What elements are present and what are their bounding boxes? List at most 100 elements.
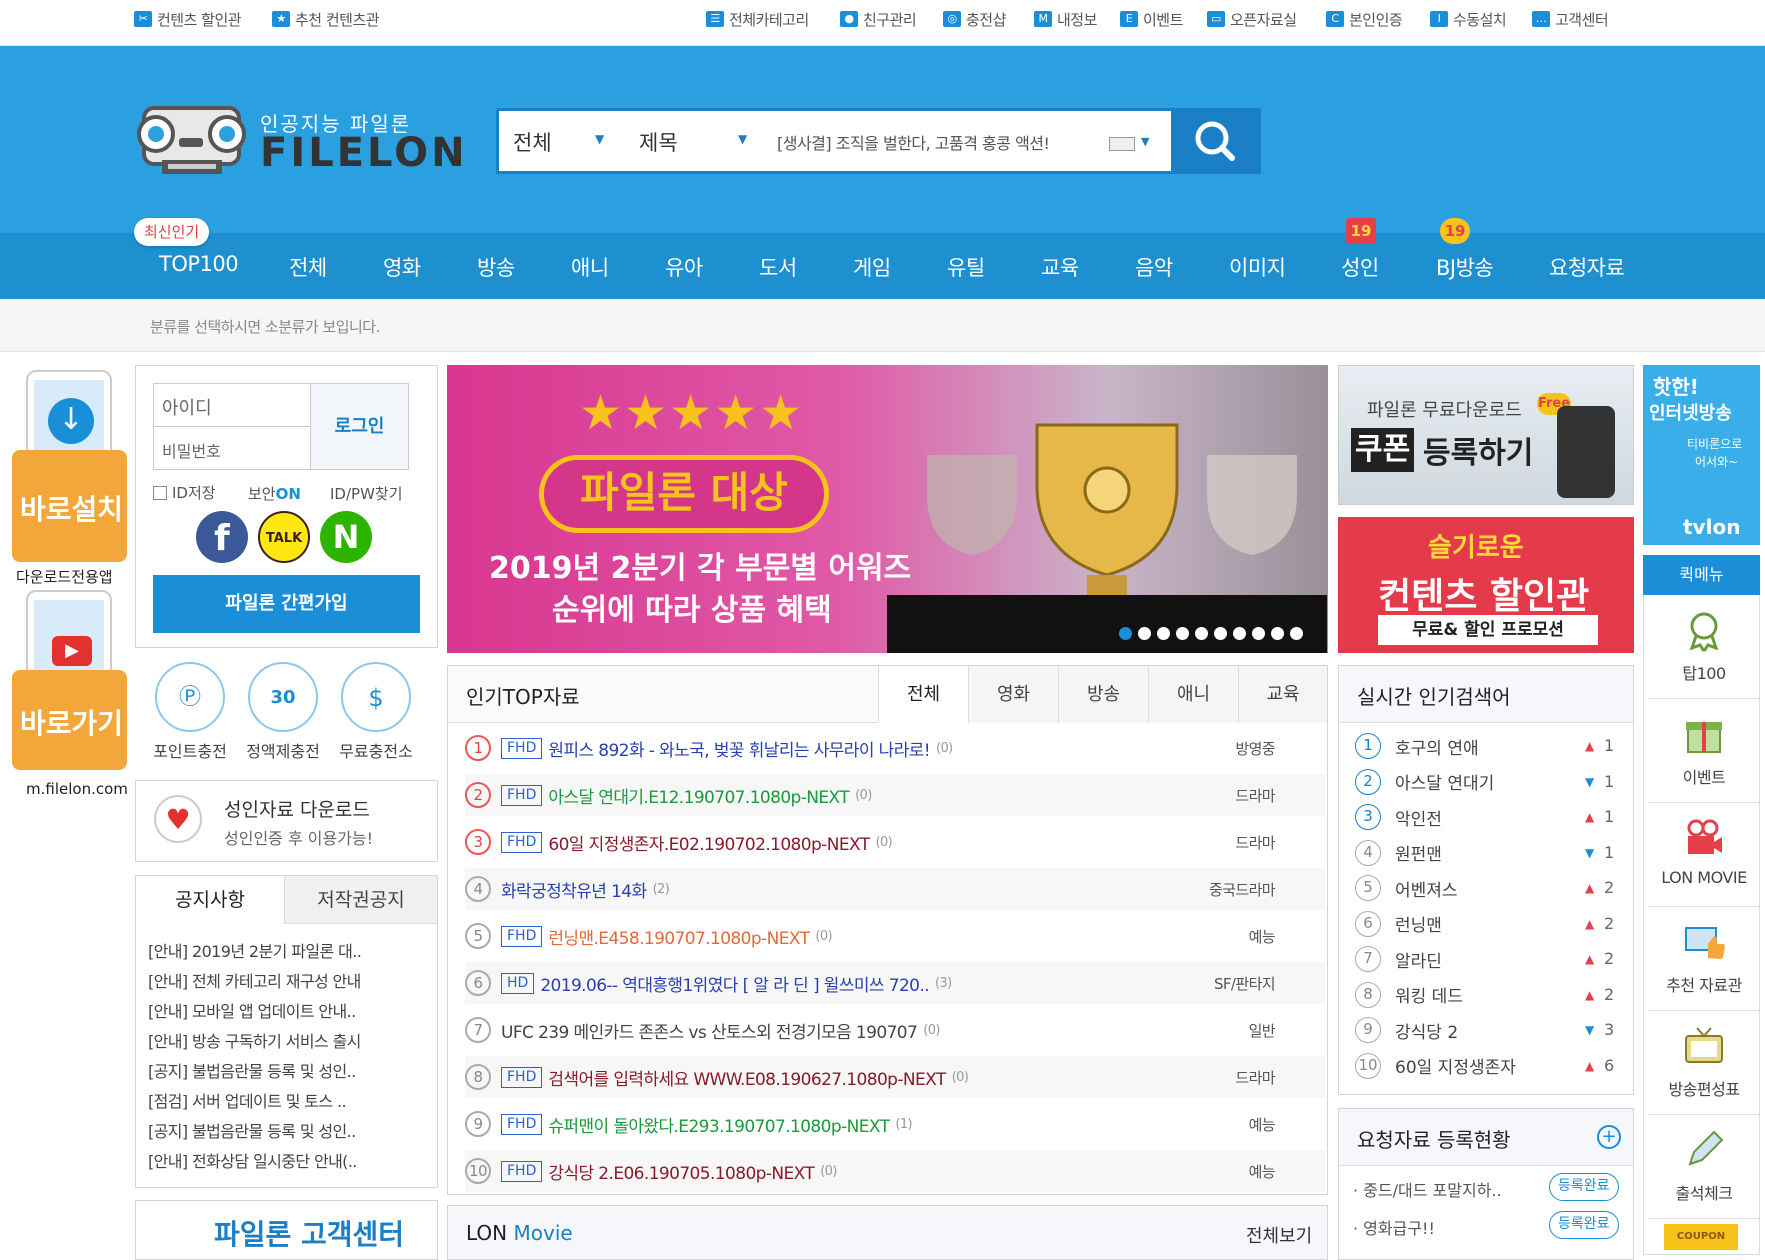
table-row[interactable]: 8 FHD 검색어를 입력하세요 WWW.E08.190627.1080p-NEXT… <box>465 1056 1325 1098</box>
tvlon-banner[interactable]: 핫한! 인터넷방송 티비론으로 어서와~ tvlon <box>1643 365 1760 545</box>
notice-item[interactable]: [점검] 서버 업데이트 및 토스 .. <box>148 1088 347 1112</box>
adult-download-box[interactable]: ♥ 성인자료 다운로드 성인인증 후 이용가능! <box>135 780 438 862</box>
nav-anime[interactable]: 애니 <box>571 252 609 282</box>
table-row[interactable]: 10 FHD 강식당 2.E06.190705.1080p-NEXT (0) 예능 <box>465 1150 1325 1192</box>
table-row[interactable]: 2 FHD 아스달 연대기.E12.190707.1080p-NEXT (0) 드라마 <box>465 774 1325 816</box>
notice-item[interactable]: [안내] 전화상담 일시중단 안내(.. <box>148 1148 357 1172</box>
customer-center-banner[interactable]: 파일론 고객센터 <box>135 1200 438 1260</box>
find-id-pw-link[interactable]: ID/PW찾기 <box>330 483 403 504</box>
search-field-select[interactable]: 제목 ▼ <box>639 127 747 157</box>
add-icon[interactable]: + <box>1597 1125 1621 1149</box>
nav-top100[interactable]: TOP100 <box>159 252 239 276</box>
customer-center-link[interactable]: … 고객센터 <box>1532 8 1609 30</box>
nav-music[interactable]: 음악 <box>1135 252 1173 282</box>
id-input[interactable]: 아이디 <box>153 383 311 427</box>
nav-broadcast[interactable]: 방송 <box>477 252 515 282</box>
banner-pagination[interactable] <box>1119 627 1303 640</box>
realtime-title: 실시간 인기검색어 <box>1357 685 1511 709</box>
discount-content-link[interactable]: ✂ 컨텐츠 할인관 <box>134 8 242 30</box>
notice-item[interactable]: [안내] 방송 구독하기 서비스 출시 <box>148 1028 361 1052</box>
search-scope-select[interactable]: 전체 ▼ <box>513 127 604 157</box>
friends-link[interactable]: ● 친구관리 <box>840 8 917 30</box>
chevron-down-icon[interactable]: ▼ <box>1141 135 1149 148</box>
quick-attendance[interactable]: 출석체크 <box>1648 1116 1760 1219</box>
rank-number: 8 <box>1355 981 1381 1008</box>
charge-shop-link[interactable]: ◎ 충전샵 <box>943 8 1006 30</box>
rank-change: 1 <box>1604 842 1615 862</box>
quick-schedule[interactable]: 방송편성표 <box>1648 1012 1760 1115</box>
rank-number: 9 <box>465 1111 491 1137</box>
thumbs-up-icon <box>1685 927 1725 959</box>
notice-item[interactable]: [공지] 불법음란물 등록 및 성인.. <box>148 1058 356 1082</box>
search-input[interactable]: [생사결] 조직을 벌한다, 고품격 홍콩 액션! <box>777 130 1050 154</box>
open-archive-link[interactable]: ▭ 오픈자료실 <box>1207 8 1297 30</box>
nav-request[interactable]: 요청자료 <box>1549 252 1625 282</box>
signup-button[interactable]: 파일론 간편가입 <box>153 575 420 633</box>
coupon-banner[interactable]: 파일론 무료다운로드 Free 쿠폰 등록하기 <box>1338 365 1634 505</box>
tab-notice[interactable]: 공지사항 <box>136 876 284 924</box>
filelon-logo[interactable]: 인공지능 파일론 FILELON <box>134 100 465 180</box>
notice-item[interactable]: [안내] 전체 카테고리 재구성 안내 <box>148 968 361 992</box>
quick-lon-movie[interactable]: LON MOVIE <box>1648 804 1760 907</box>
table-row[interactable]: 4 화락궁정착유년 14화 (2) 중국드라마 <box>465 868 1325 910</box>
event-link[interactable]: E 이벤트 <box>1120 8 1183 30</box>
quick-recommended[interactable]: 추천 자료관 <box>1648 908 1760 1011</box>
nav-kids[interactable]: 유아 <box>665 252 703 282</box>
app-install-promo[interactable]: ↓ 바로설치 다운로드전용앱 <box>12 370 127 592</box>
tab-copyright[interactable]: 저작권공지 <box>284 876 437 924</box>
table-row[interactable]: 6 HD 2019.06-- 역대흥행1위였다 [ 알 라 딘 ] 윌쓰미쓰 720… <box>465 962 1325 1004</box>
keyboard-icon[interactable] <box>1109 137 1135 151</box>
quick-event[interactable]: 이벤트 <box>1648 700 1760 803</box>
nav-image[interactable]: 이미지 <box>1229 252 1286 282</box>
free-charge-button[interactable]: $ 무료충전소 <box>331 662 421 762</box>
main-banner[interactable]: ★★★★★ 파일론 대상 2019년 2분기 각 부문별 어워즈 순위에 따라 … <box>447 365 1328 653</box>
naver-login-icon[interactable]: N <box>320 511 372 563</box>
nav-education[interactable]: 교육 <box>1041 252 1079 282</box>
event-icon: E <box>1120 11 1138 27</box>
discount-banner[interactable]: 슬기로운 컨텐츠 할인관 무료& 할인 프로모션 <box>1338 517 1634 653</box>
table-row[interactable]: 9 FHD 슈퍼맨이 돌아왔다.E293.190707.1080p-NEXT (1) 예… <box>465 1103 1325 1145</box>
table-row[interactable]: 5 FHD 런닝맨.E458.190707.1080p-NEXT (0) 예능 <box>465 915 1325 957</box>
save-id-checkbox[interactable]: ID저장 <box>153 482 216 503</box>
tab-anime[interactable]: 애니 <box>1148 666 1238 723</box>
recommended-content-link[interactable]: ★ 추천 컨텐츠관 <box>272 8 380 30</box>
nav-books[interactable]: 도서 <box>759 252 797 282</box>
security-toggle[interactable]: 보안ON <box>248 483 301 504</box>
table-row[interactable]: 1 FHD 원피스 892화 - 와노국, 벚꽃 휘날리는 사무라이 나라로! (0)… <box>465 727 1325 769</box>
rank-number: 9 <box>1355 1017 1381 1043</box>
request-item[interactable]: · 영화급구!! <box>1353 1215 1435 1239</box>
search-button[interactable] <box>1171 108 1261 174</box>
notice-item[interactable]: [안내] 2019년 2분기 파일론 대.. <box>148 938 362 962</box>
notice-item[interactable]: [공지] 불법음란물 등록 및 성인.. <box>148 1118 356 1142</box>
password-input[interactable]: 비밀번호 <box>153 426 311 470</box>
coupon-icon[interactable]: COUPON <box>1664 1224 1738 1250</box>
kakao-login-icon[interactable]: TALK <box>258 511 310 563</box>
notice-item[interactable]: [안내] 모바일 앱 업데이트 안내.. <box>148 998 356 1022</box>
nav-adult[interactable]: 성인 <box>1341 252 1379 282</box>
view-all-link[interactable]: 전체보기 <box>1246 1222 1312 1248</box>
mobile-site-promo[interactable]: ▶ 바로가기 m.filelon.com <box>12 590 128 800</box>
nav-bj[interactable]: BJ방송 <box>1436 252 1494 282</box>
tab-movie[interactable]: 영화 <box>968 666 1058 723</box>
login-button[interactable]: 로그인 <box>310 383 409 470</box>
search-form: 전체 ▼ 제목 ▼ [생사결] 조직을 벌한다, 고품격 홍콩 액션! ▼ <box>496 108 1260 174</box>
quick-top100[interactable]: 탑100 <box>1648 596 1760 699</box>
tab-broadcast[interactable]: 방송 <box>1058 666 1148 723</box>
nav-util[interactable]: 유틸 <box>947 252 985 282</box>
manual-install-link[interactable]: I 수동설치 <box>1430 8 1507 30</box>
tab-education[interactable]: 교육 <box>1238 666 1327 723</box>
tab-all[interactable]: 전체 <box>878 666 968 723</box>
all-category-link[interactable]: ☰ 전체카테고리 <box>706 8 809 30</box>
nav-all[interactable]: 전체 <box>289 252 327 282</box>
nav-movie[interactable]: 영화 <box>383 252 421 282</box>
request-item[interactable]: · 중드/대드 포말지하.. <box>1353 1177 1502 1201</box>
facebook-login-icon[interactable]: f <box>196 511 248 563</box>
table-row[interactable]: 7 UFC 239 메인카드 존존스 vs 산토스외 전경기모음 190707 (0… <box>465 1009 1325 1051</box>
nav-games[interactable]: 게임 <box>853 252 891 282</box>
comment-count: (3) <box>935 975 952 991</box>
my-info-link[interactable]: M 내정보 <box>1034 8 1097 30</box>
verification-link[interactable]: C 본인인증 <box>1326 8 1403 30</box>
table-row[interactable]: 3 FHD 60일 지정생존자.E02.190702.1080p-NEXT (0) 드라… <box>465 821 1325 863</box>
point-charge-button[interactable]: Ⓟ 포인트충전 <box>145 662 235 762</box>
subscription-charge-button[interactable]: 30 정액제충전 <box>238 662 328 762</box>
